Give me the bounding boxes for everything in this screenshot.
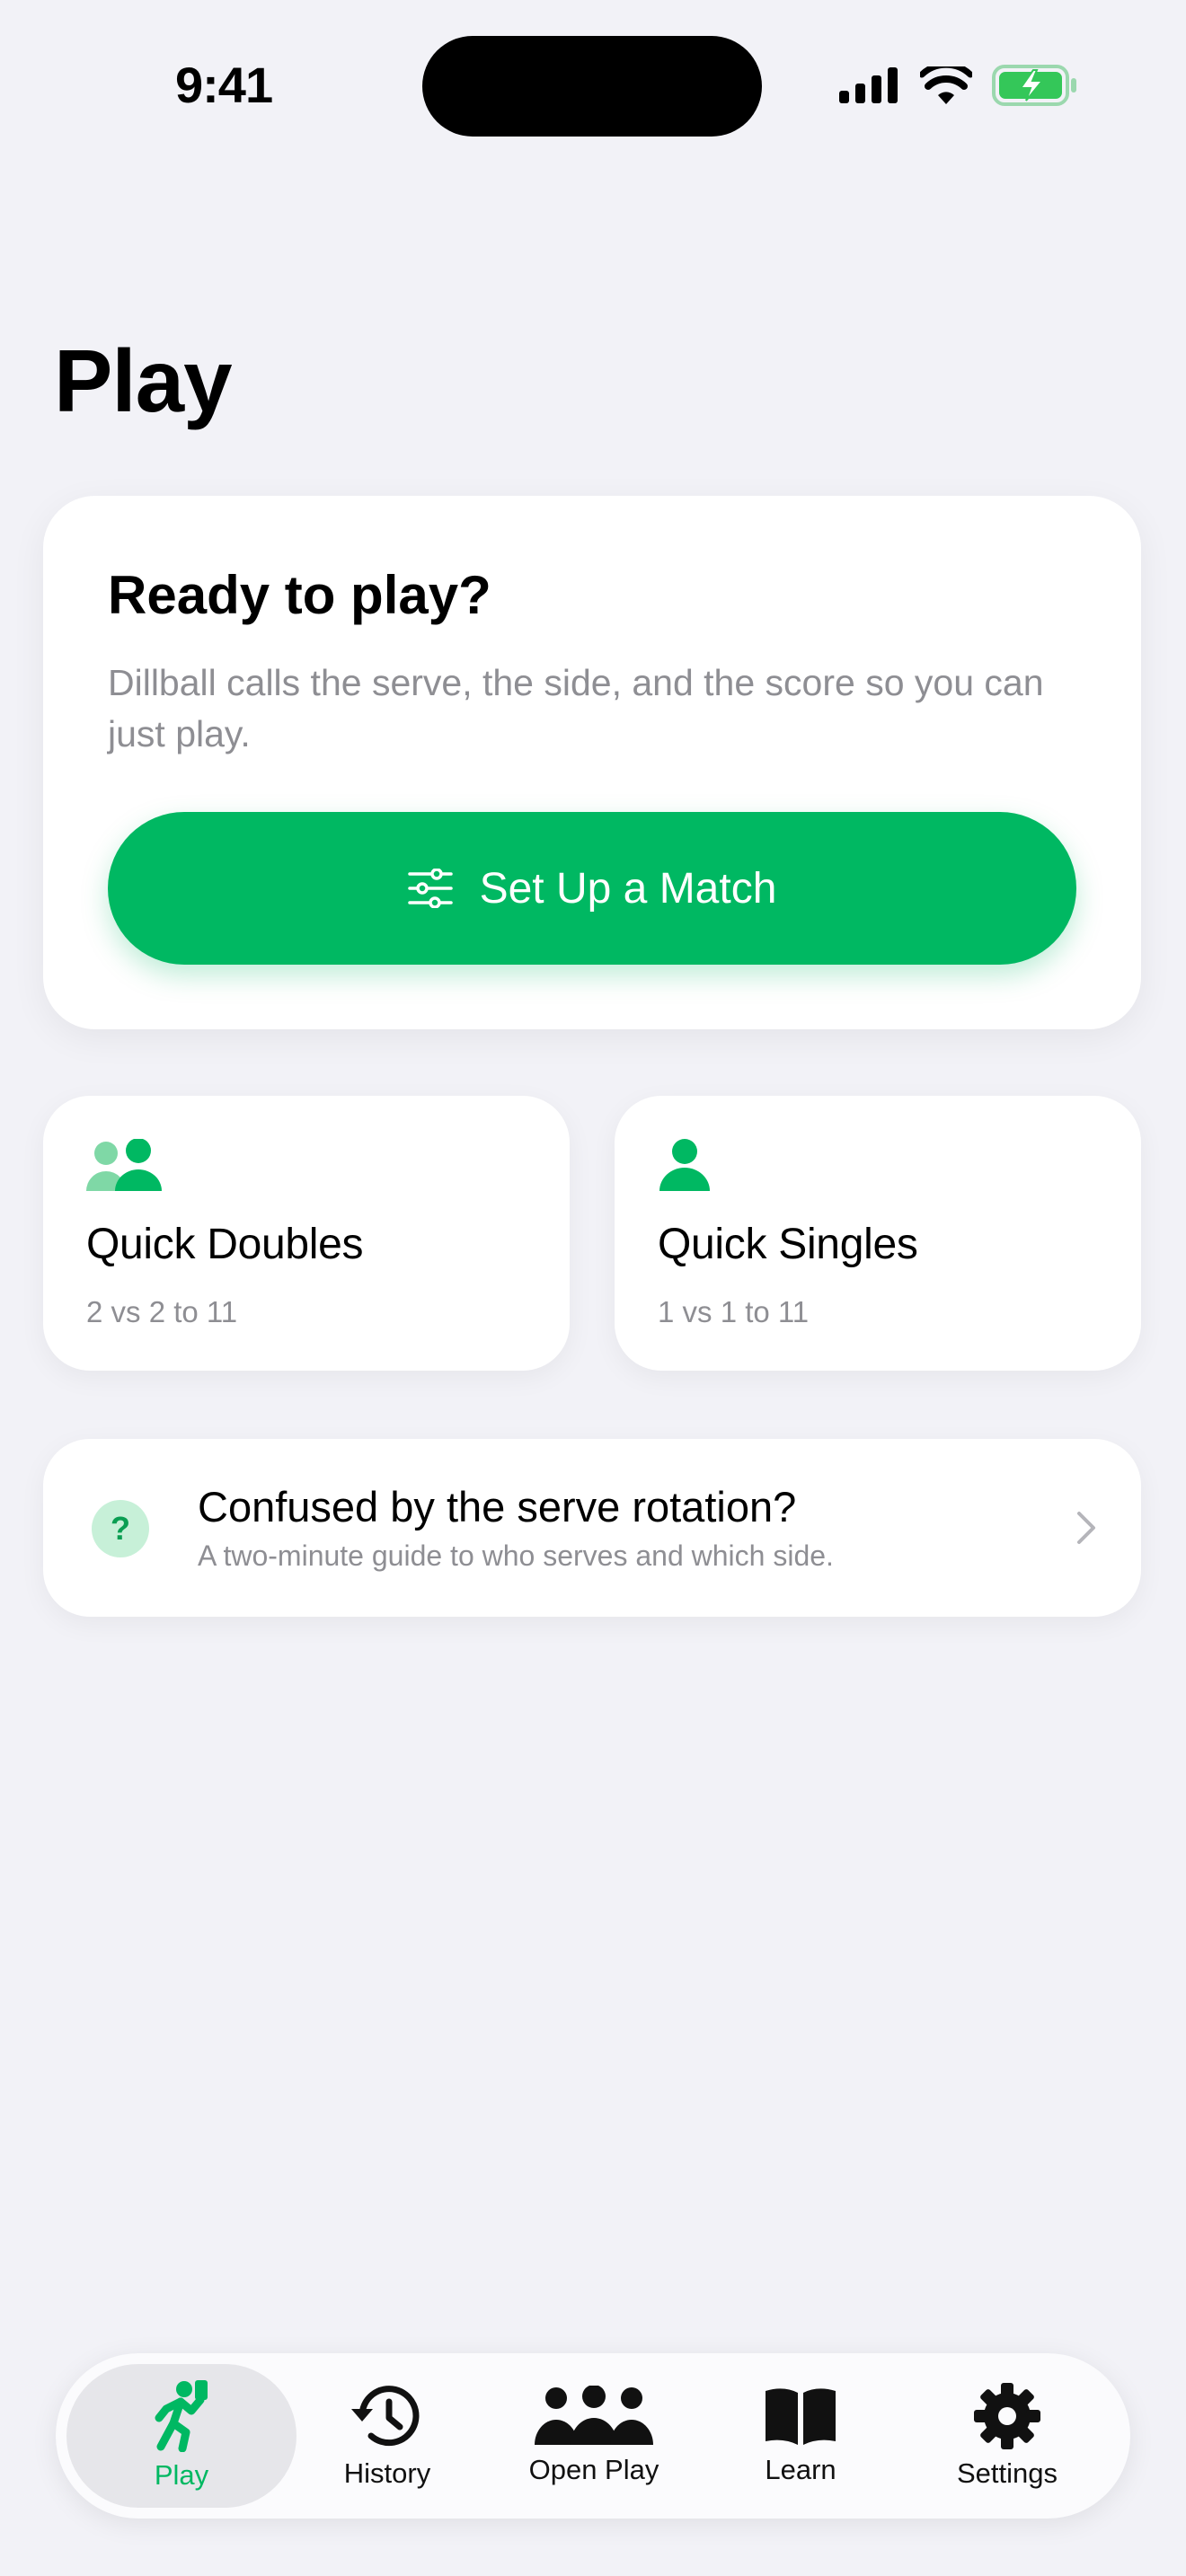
set-up-match-label: Set Up a Match [479,864,777,913]
quick-doubles-subtitle: 2 vs 2 to 11 [86,1295,238,1328]
tab-learn-label: Learn [765,2454,836,2485]
battery-charging-icon [992,65,1076,106]
tab-open-play[interactable]: Open Play [491,2364,697,2508]
tab-open-play-label: Open Play [528,2454,659,2485]
quick-doubles-title: Quick Doubles [86,1221,364,1268]
tab-play[interactable]: Play [66,2364,296,2508]
person-icon [659,1139,710,1191]
tab-play-label: Play [154,2459,209,2491]
serve-guide-row[interactable]: ? Confused by the serve rotation? A two-… [43,1439,1141,1617]
dynamic-island [422,36,762,137]
sliders-icon [407,869,453,908]
guide-title: Confused by the serve rotation? [198,1483,797,1531]
cellular-signal-icon [839,67,898,103]
quick-doubles-card[interactable]: Quick Doubles 2 vs 2 to 11 [43,1096,570,1371]
tab-learn[interactable]: Learn [697,2364,904,2508]
group-icon [535,2386,653,2445]
quick-singles-card[interactable]: Quick Singles 1 vs 1 to 11 [615,1096,1141,1371]
question-icon: ? [92,1500,149,1557]
hero-subtitle: Dillball calls the serve, the side, and … [108,662,1044,754]
two-people-icon [86,1139,162,1191]
tab-bar: Play History Open Play Learn Settings [56,2353,1130,2519]
tab-history[interactable]: History [284,2364,491,2508]
page-title: Play [54,331,233,430]
status-icons [839,65,1078,106]
status-time: 9:41 [175,57,273,113]
set-up-match-button[interactable]: Set Up a Match [108,812,1076,965]
book-icon [766,2388,836,2445]
tab-settings[interactable]: Settings [904,2364,1111,2508]
chevron-right-icon [1077,1512,1095,1544]
running-figure-icon [155,2380,208,2452]
quick-singles-subtitle: 1 vs 1 to 11 [658,1295,810,1328]
tab-history-label: History [343,2457,431,2489]
gear-icon [974,2383,1040,2449]
clock-history-icon [351,2386,420,2447]
quick-singles-title: Quick Singles [658,1221,918,1268]
guide-subtitle: A two-minute guide to who serves and whi… [198,1539,834,1572]
hero-title: Ready to play? [108,565,491,625]
wifi-icon [920,66,972,104]
tab-settings-label: Settings [956,2457,1058,2489]
hero-card: Ready to play? Dillball calls the serve,… [43,496,1141,1029]
